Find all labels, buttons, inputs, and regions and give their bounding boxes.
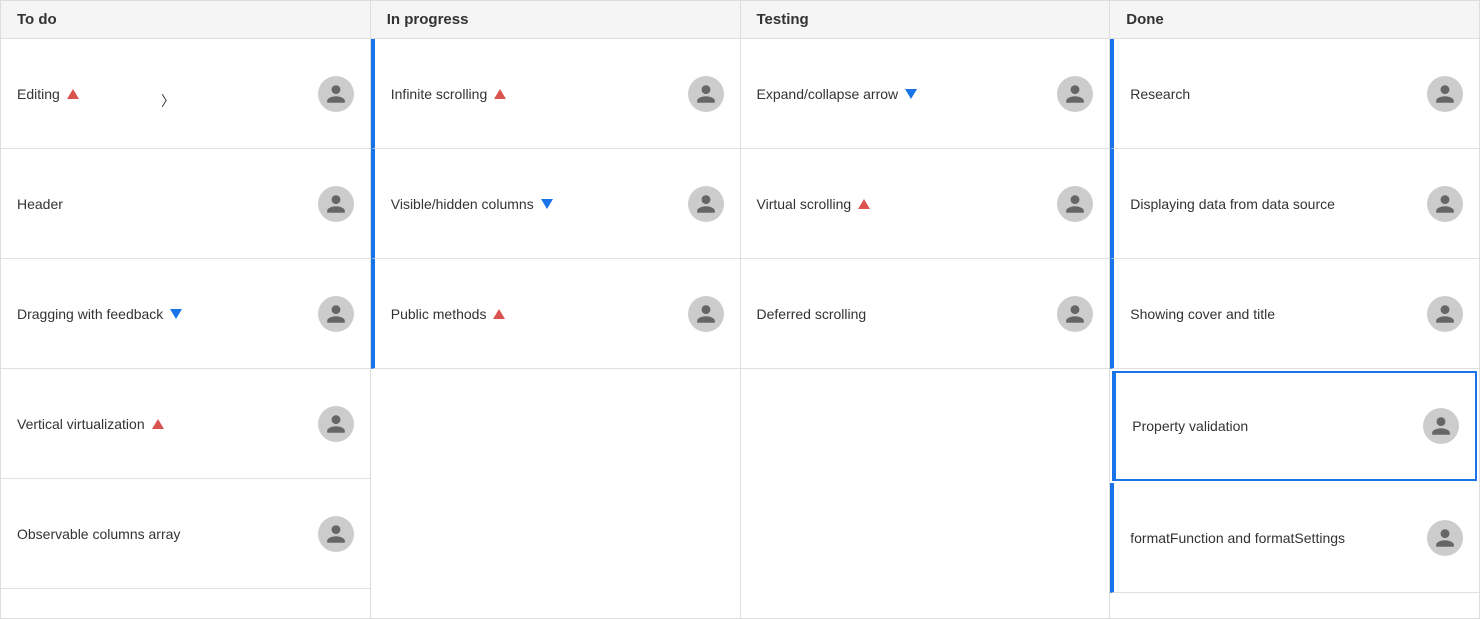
- avatar-public: [688, 296, 724, 332]
- avatar-visible: [688, 186, 724, 222]
- column-header-done: Done: [1110, 1, 1479, 39]
- avatar-format: [1427, 520, 1463, 556]
- badge-up-icon: [67, 89, 79, 99]
- column-done: DoneResearch Displaying data from data s…: [1110, 1, 1479, 618]
- badge-down-icon: [541, 199, 553, 209]
- kanban-board: To doEditing〉 Header Dragging with feedb…: [0, 0, 1480, 619]
- card-visible[interactable]: Visible/hidden columns: [371, 149, 740, 259]
- card-header[interactable]: Header: [1, 149, 370, 259]
- column-header-todo: To do: [1, 1, 370, 39]
- badge-up-icon: [493, 309, 505, 319]
- card-dragging[interactable]: Dragging with feedback: [1, 259, 370, 369]
- card-public[interactable]: Public methods: [371, 259, 740, 369]
- card-title-dragging: Dragging with feedback: [17, 306, 318, 322]
- column-header-inprogress: In progress: [371, 1, 740, 39]
- card-infinite[interactable]: Infinite scrolling: [371, 39, 740, 149]
- avatar-showing: [1427, 296, 1463, 332]
- column-body-done: Research Displaying data from data sourc…: [1110, 39, 1479, 618]
- card-title-displaying: Displaying data from data source: [1130, 196, 1427, 212]
- avatar-expand: [1057, 76, 1093, 112]
- badge-down-icon: [905, 89, 917, 99]
- column-inprogress: In progressInfinite scrolling Visible/hi…: [371, 1, 741, 618]
- card-title-observable: Observable columns array: [17, 526, 318, 542]
- card-displaying[interactable]: Displaying data from data source: [1110, 149, 1479, 259]
- avatar-observable: [318, 516, 354, 552]
- card-editing[interactable]: Editing〉: [1, 39, 370, 149]
- column-body-inprogress: Infinite scrolling Visible/hidden column…: [371, 39, 740, 618]
- card-title-deferred: Deferred scrolling: [757, 306, 1058, 322]
- column-header-testing: Testing: [741, 1, 1110, 39]
- card-title-expand: Expand/collapse arrow: [757, 86, 1058, 102]
- card-title-visible: Visible/hidden columns: [391, 196, 688, 212]
- avatar-research: [1427, 76, 1463, 112]
- card-showing[interactable]: Showing cover and title: [1110, 259, 1479, 369]
- avatar-virtual: [1057, 186, 1093, 222]
- card-title-property: Property validation: [1132, 418, 1423, 434]
- card-research[interactable]: Research: [1110, 39, 1479, 149]
- card-title-infinite: Infinite scrolling: [391, 86, 688, 102]
- card-expand[interactable]: Expand/collapse arrow: [741, 39, 1110, 149]
- avatar-deferred: [1057, 296, 1093, 332]
- card-vertical[interactable]: Vertical virtualization: [1, 369, 370, 479]
- card-virtual[interactable]: Virtual scrolling: [741, 149, 1110, 259]
- card-format[interactable]: formatFunction and formatSettings: [1110, 483, 1479, 593]
- column-testing: TestingExpand/collapse arrow Virtual scr…: [741, 1, 1111, 618]
- card-title-header: Header: [17, 196, 318, 212]
- avatar-infinite: [688, 76, 724, 112]
- avatar-vertical: [318, 406, 354, 442]
- card-title-research: Research: [1130, 86, 1427, 102]
- column-body-todo: Editing〉 Header Dragging with feedback V…: [1, 39, 370, 618]
- card-property[interactable]: Property validation: [1112, 371, 1477, 481]
- avatar-dragging: [318, 296, 354, 332]
- column-body-testing: Expand/collapse arrow Virtual scrolling …: [741, 39, 1110, 618]
- avatar-editing: [318, 76, 354, 112]
- avatar-property: [1423, 408, 1459, 444]
- avatar-header: [318, 186, 354, 222]
- card-title-format: formatFunction and formatSettings: [1130, 530, 1427, 546]
- card-title-showing: Showing cover and title: [1130, 306, 1427, 322]
- card-observable[interactable]: Observable columns array: [1, 479, 370, 589]
- card-title-vertical: Vertical virtualization: [17, 416, 318, 432]
- badge-up-icon: [494, 89, 506, 99]
- badge-up-icon: [858, 199, 870, 209]
- card-title-virtual: Virtual scrolling: [757, 196, 1058, 212]
- badge-down-icon: [170, 309, 182, 319]
- card-deferred[interactable]: Deferred scrolling: [741, 259, 1110, 369]
- card-title-public: Public methods: [391, 306, 688, 322]
- mouse-cursor-icon: 〉: [161, 91, 175, 111]
- avatar-displaying: [1427, 186, 1463, 222]
- badge-up-icon: [152, 419, 164, 429]
- column-todo: To doEditing〉 Header Dragging with feedb…: [1, 1, 371, 618]
